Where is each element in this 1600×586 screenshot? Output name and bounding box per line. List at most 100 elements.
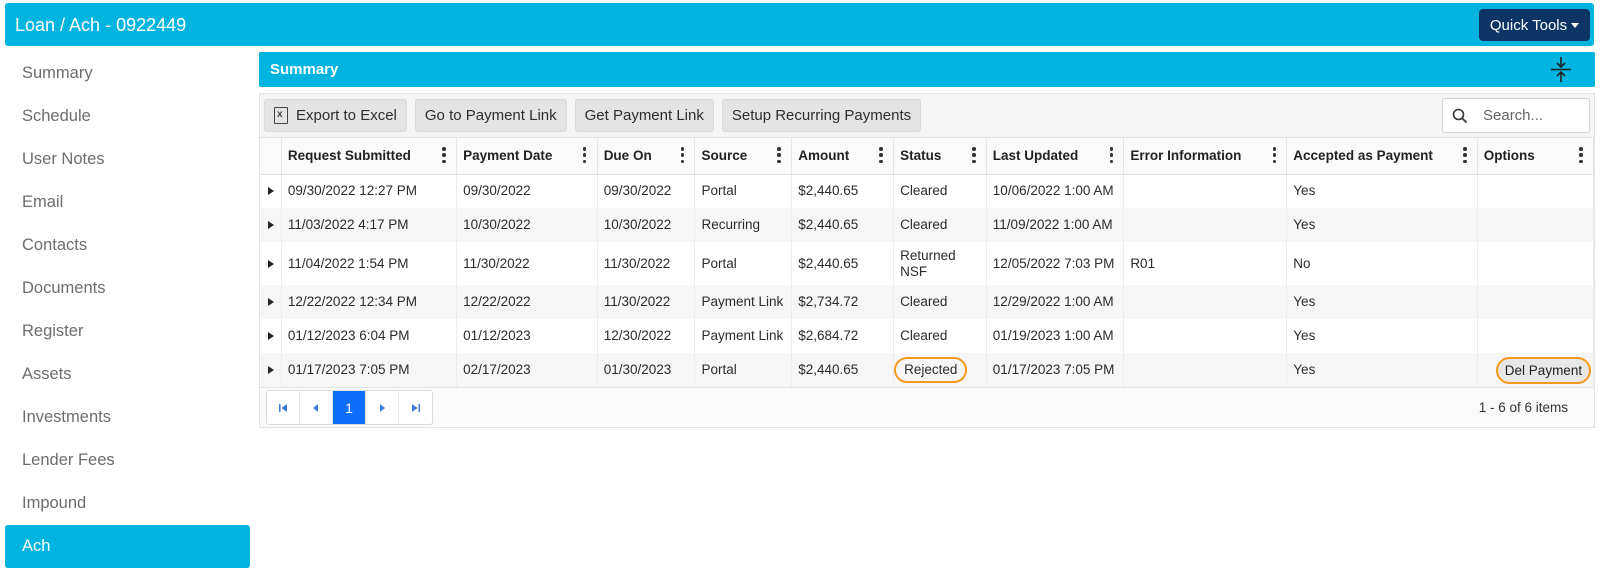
- panel-header: Summary: [259, 52, 1595, 87]
- table-row[interactable]: 11/04/2022 1:54 PM 11/30/2022 11/30/2022…: [260, 242, 1595, 285]
- cell-request-submitted: 01/12/2023 6:04 PM: [281, 319, 458, 353]
- column-menu-icon[interactable]: [1463, 147, 1467, 163]
- column-header-label: Payment Date: [463, 148, 553, 164]
- sidebar-item-documents[interactable]: Documents: [5, 267, 250, 310]
- cell-due-on: 11/30/2022: [597, 285, 696, 319]
- column-menu-icon[interactable]: [1272, 147, 1277, 163]
- sidebar-item-contacts[interactable]: Contacts: [5, 224, 250, 267]
- cell-request-submitted: 09/30/2022 12:27 PM: [281, 174, 458, 208]
- column-header[interactable]: Amount: [791, 138, 895, 175]
- next-page-icon[interactable]: [366, 391, 399, 424]
- expand-row-icon[interactable]: [260, 242, 282, 285]
- expand-row-icon[interactable]: [260, 285, 282, 319]
- sidebar-item-summary[interactable]: Summary: [5, 52, 250, 95]
- cell-status: Returned NSF: [893, 242, 987, 285]
- expand-column-header: [260, 138, 282, 175]
- column-header[interactable]: Due On: [597, 138, 696, 175]
- sidebar-item-ach[interactable]: Ach: [5, 525, 250, 568]
- column-menu-icon[interactable]: [1109, 147, 1114, 163]
- column-menu-icon[interactable]: [582, 147, 587, 163]
- column-menu-icon[interactable]: [777, 147, 781, 163]
- cell-due-on: 01/30/2023: [597, 353, 696, 387]
- column-header-label: Accepted as Payment: [1293, 148, 1433, 164]
- sidebar-item-email[interactable]: Email: [5, 181, 250, 224]
- sidebar-item-investments[interactable]: Investments: [5, 396, 250, 439]
- cell-last-updated: 10/06/2022 1:00 AM: [986, 174, 1125, 208]
- column-header[interactable]: Status: [893, 138, 987, 175]
- cell-payment-date: 10/30/2022: [456, 208, 598, 242]
- column-header[interactable]: Options: [1477, 138, 1595, 175]
- cell-status: Cleared: [893, 285, 987, 319]
- column-header[interactable]: Source: [694, 138, 793, 175]
- cell-source: Portal: [694, 174, 793, 208]
- previous-page-icon[interactable]: [300, 391, 333, 424]
- sidebar-item-label: Email: [22, 193, 64, 211]
- table-row[interactable]: 01/17/2023 7:05 PM 02/17/2023 01/30/2023…: [260, 353, 1595, 387]
- go-to-payment-link-button[interactable]: Go to Payment Link: [414, 99, 567, 132]
- expand-row-icon[interactable]: [260, 208, 282, 242]
- sidebar-item-lender-fees[interactable]: Lender Fees: [5, 439, 250, 482]
- cell-status: Cleared: [893, 319, 987, 353]
- cell-accepted: Yes: [1286, 319, 1478, 353]
- cell-payment-date: 12/22/2022: [456, 285, 598, 319]
- column-header[interactable]: Payment Date: [456, 138, 598, 175]
- export-excel-button[interactable]: x Export to Excel: [264, 99, 407, 132]
- column-header-label: Due On: [603, 148, 652, 164]
- del-payment-button[interactable]: Del Payment: [1495, 356, 1592, 384]
- column-menu-icon[interactable]: [680, 147, 685, 163]
- cell-error-information: [1123, 174, 1288, 208]
- page-number-button[interactable]: 1: [333, 391, 366, 424]
- expand-row-icon[interactable]: [260, 353, 282, 387]
- export-excel-label: Export to Excel: [296, 107, 397, 124]
- sidebar-item-schedule[interactable]: Schedule: [5, 95, 250, 138]
- column-menu-icon[interactable]: [442, 147, 446, 163]
- column-menu-icon[interactable]: [1579, 147, 1583, 163]
- column-header-label: Source: [701, 148, 748, 164]
- cell-last-updated: 12/05/2022 7:03 PM: [986, 242, 1125, 285]
- search-icon: [1443, 108, 1477, 124]
- cell-source: Payment Link: [694, 285, 793, 319]
- cell-due-on: 09/30/2022: [597, 174, 696, 208]
- get-payment-link-button[interactable]: Get Payment Link: [574, 99, 714, 132]
- collapse-icon[interactable]: [1549, 56, 1573, 83]
- column-header[interactable]: Accepted as Payment: [1286, 138, 1478, 175]
- first-page-icon[interactable]: [267, 391, 300, 424]
- expand-row-icon[interactable]: [260, 174, 282, 208]
- column-header[interactable]: Request Submitted: [281, 138, 458, 175]
- column-header[interactable]: Last Updated: [986, 138, 1125, 175]
- search-input[interactable]: [1483, 107, 1583, 124]
- table-row[interactable]: 09/30/2022 12:27 PM 09/30/2022 09/30/202…: [260, 174, 1595, 208]
- sidebar-item-impound[interactable]: Impound: [5, 482, 250, 525]
- column-menu-icon[interactable]: [879, 147, 883, 163]
- cell-due-on: 10/30/2022: [597, 208, 696, 242]
- sidebar-item-register[interactable]: Register: [5, 310, 250, 353]
- cell-accepted: Yes: [1286, 208, 1478, 242]
- table-row[interactable]: 11/03/2022 4:17 PM 10/30/2022 10/30/2022…: [260, 208, 1595, 242]
- quick-tools-label: Quick Tools: [1489, 16, 1568, 34]
- cell-amount: $2,440.65: [791, 208, 895, 242]
- table-row[interactable]: 01/12/2023 6:04 PM 01/12/2023 12/30/2022…: [260, 319, 1595, 353]
- grid-toolbar: x Export to Excel Go to Payment Link Get…: [260, 94, 1594, 138]
- pager-buttons: 1: [266, 390, 433, 425]
- cell-options: [1477, 208, 1595, 242]
- sidebar-item-assets[interactable]: Assets: [5, 353, 250, 396]
- sidebar-item-label: Summary: [22, 64, 93, 82]
- cell-due-on: 11/30/2022: [597, 242, 696, 285]
- table-row[interactable]: 12/22/2022 12:34 PM 12/22/2022 11/30/202…: [260, 285, 1595, 319]
- column-menu-icon[interactable]: [972, 147, 976, 163]
- cell-due-on: 12/30/2022: [597, 319, 696, 353]
- search-box: [1442, 98, 1590, 133]
- sidebar-item-label: Investments: [22, 408, 111, 426]
- expand-row-icon[interactable]: [260, 319, 282, 353]
- cell-source: Payment Link: [694, 319, 793, 353]
- cell-options: [1477, 174, 1595, 208]
- last-page-icon[interactable]: [399, 391, 432, 424]
- setup-recurring-payments-button[interactable]: Setup Recurring Payments: [721, 99, 922, 132]
- cell-error-information: [1123, 319, 1288, 353]
- top-bar: Loan / Ach - 0922449 Quick Tools: [5, 3, 1594, 46]
- quick-tools-button[interactable]: Quick Tools: [1479, 9, 1590, 41]
- sidebar-item-user-notes[interactable]: User Notes: [5, 138, 250, 181]
- cell-accepted: Yes: [1286, 174, 1478, 208]
- column-header[interactable]: Error Information: [1123, 138, 1288, 175]
- cell-amount: $2,440.65: [791, 242, 895, 285]
